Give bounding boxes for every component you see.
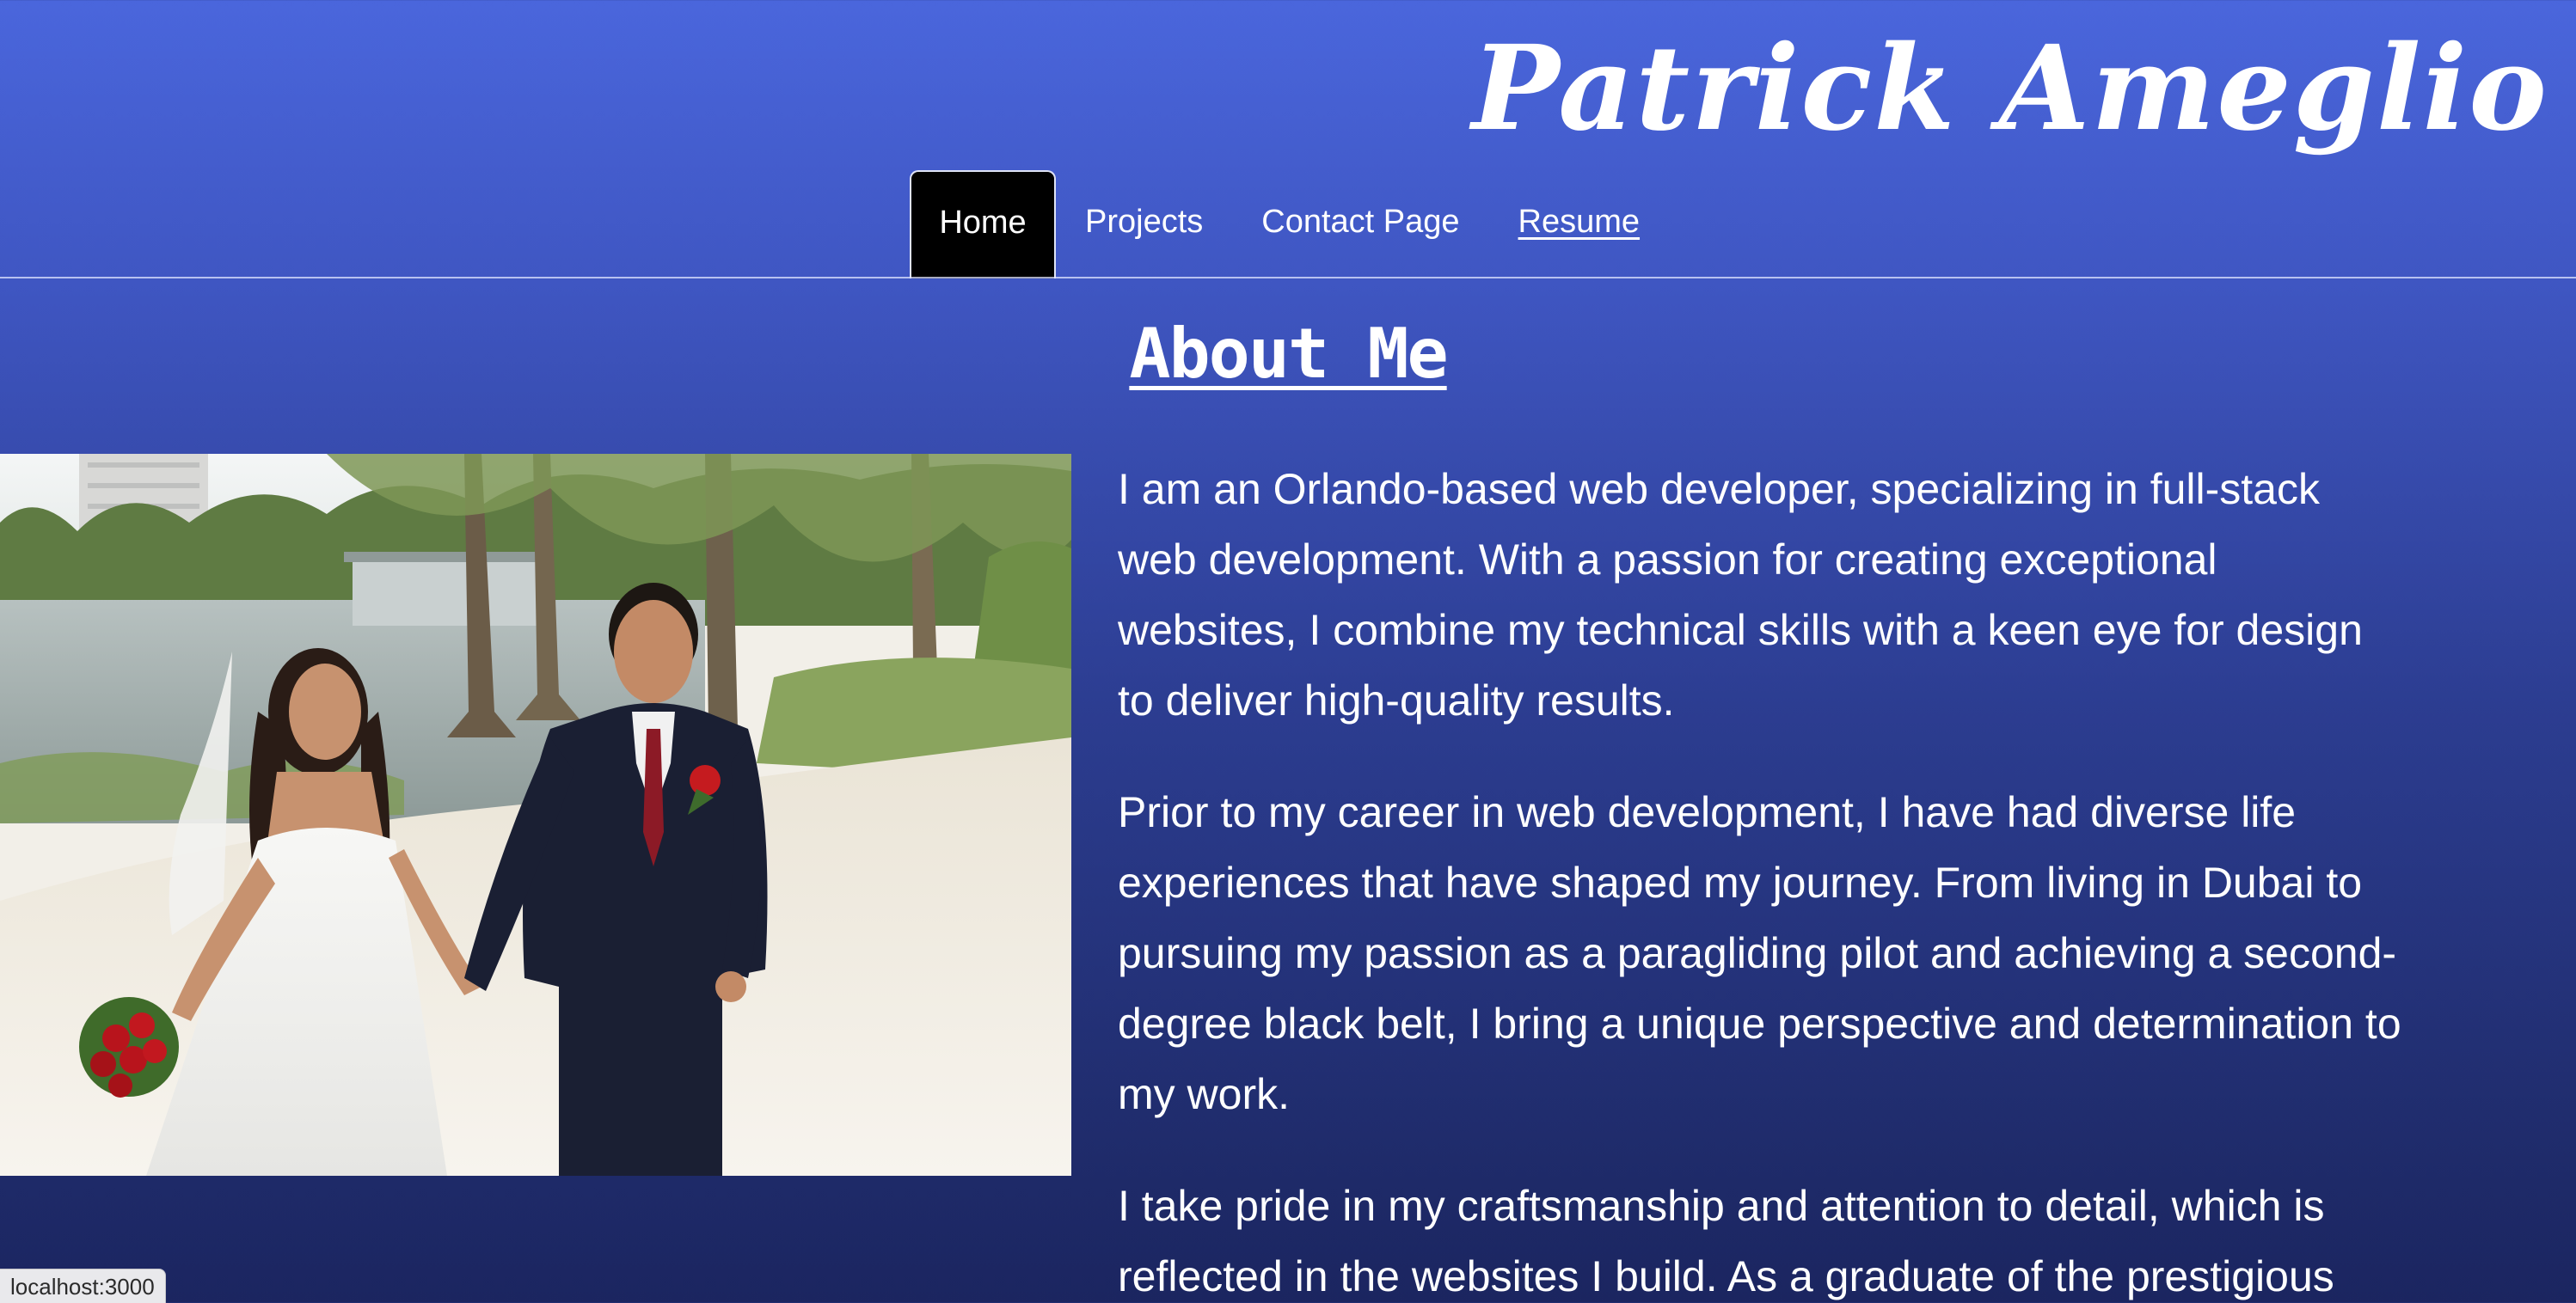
bio-paragraph-2: Prior to my career in web development, I… bbox=[1118, 788, 2401, 1118]
bio-paragraph-1: I am an Orlando-based web developer, spe… bbox=[1118, 465, 2363, 725]
header-divider bbox=[0, 277, 2576, 278]
site-title[interactable]: Patrick Ameglio bbox=[1472, 15, 2548, 162]
nav-home[interactable]: Home bbox=[910, 170, 1056, 278]
about-heading: About Me bbox=[1129, 314, 1448, 394]
nav-projects[interactable]: Projects bbox=[1056, 170, 1232, 278]
bio-paragraph-3: I take pride in my craftsmanship and att… bbox=[1118, 1182, 2334, 1300]
site-header: Patrick Ameglio Home Projects Contact Pa… bbox=[0, 0, 2576, 278]
link-preview-status: localhost:3000 bbox=[0, 1269, 166, 1303]
nav-resume[interactable]: Resume bbox=[1489, 170, 1670, 278]
nav-contact-page[interactable]: Contact Page bbox=[1232, 170, 1488, 278]
bio-text: I am an Orlando-based web developer, spe… bbox=[1118, 454, 2407, 1303]
wedding-photo-image bbox=[0, 454, 1071, 1176]
main-nav: Home Projects Contact Page Resume bbox=[910, 170, 1669, 278]
wedding-photo bbox=[0, 454, 1071, 1176]
